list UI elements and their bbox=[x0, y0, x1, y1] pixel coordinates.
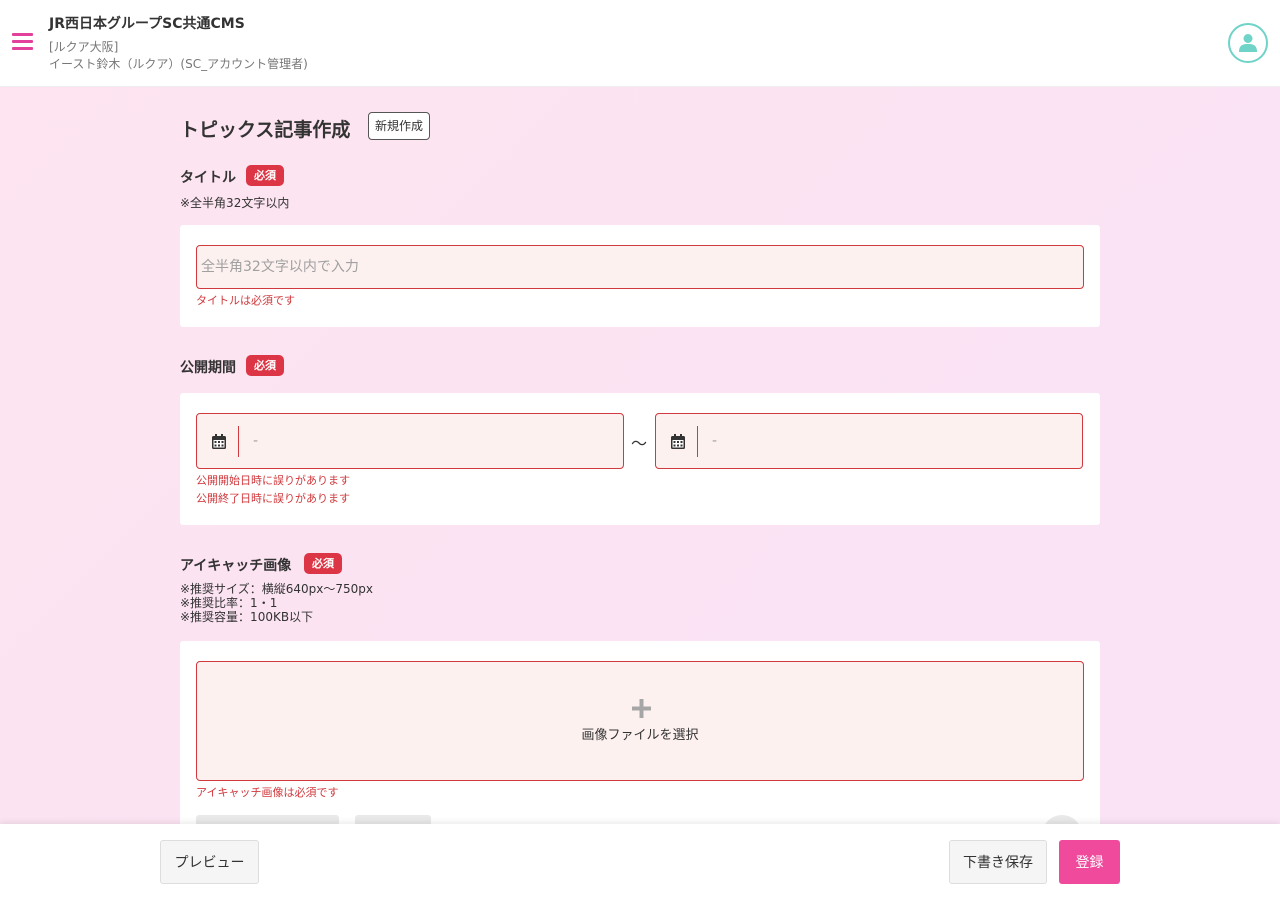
title-card: タイトルは必須です bbox=[180, 225, 1100, 327]
image-note-filesize: ※推奨容量：100KB以下 bbox=[180, 610, 314, 624]
mode-badge: 新規作成 bbox=[368, 112, 431, 140]
required-badge: 必須 bbox=[304, 553, 342, 574]
upload-label: 画像ファイルを選択 bbox=[581, 728, 699, 743]
image-error: アイキャッチ画像は必須です bbox=[196, 786, 339, 799]
user-avatar-button[interactable] bbox=[1228, 23, 1268, 63]
user-icon bbox=[1239, 34, 1257, 52]
required-badge: 必須 bbox=[246, 355, 284, 376]
app-header: JR西日本グループSC共通CMS [ルクア大阪] イースト鈴木（ルクア）(SC_… bbox=[0, 0, 1280, 87]
end-date-placeholder: - bbox=[712, 433, 718, 449]
period-label: 公開期間 bbox=[180, 360, 236, 376]
plus-icon bbox=[632, 699, 651, 718]
start-date-error: 公開開始日時に誤りがあります bbox=[196, 474, 350, 487]
title-field-wrapper bbox=[196, 245, 1084, 289]
site-name: [ルクア大阪] bbox=[49, 40, 119, 54]
start-date-field[interactable]: - bbox=[196, 413, 624, 469]
start-date-placeholder: - bbox=[253, 433, 259, 449]
hamburger-menu-icon[interactable] bbox=[12, 33, 33, 51]
period-separator: 〜 bbox=[631, 434, 648, 453]
preview-button[interactable]: プレビュー bbox=[160, 840, 259, 884]
image-note-size: ※推奨サイズ：横縦640px〜750px bbox=[180, 582, 373, 596]
title-input[interactable] bbox=[197, 246, 1083, 288]
title-error: タイトルは必須です bbox=[196, 294, 295, 307]
save-draft-button[interactable]: 下書き保存 bbox=[949, 840, 1047, 884]
required-badge: 必須 bbox=[246, 165, 284, 186]
title-label: タイトル bbox=[180, 170, 236, 186]
image-card: 画像ファイルを選択 アイキャッチ画像は必須です bbox=[180, 641, 1100, 841]
action-footer: プレビュー 下書き保存 登録 bbox=[0, 824, 1280, 900]
image-note-ratio: ※推奨比率：1・1 bbox=[180, 596, 278, 610]
title-note: ※全半角32文字以内 bbox=[180, 196, 290, 210]
submit-button[interactable]: 登録 bbox=[1059, 840, 1120, 884]
end-date-error: 公開終了日時に誤りがあります bbox=[196, 492, 350, 505]
app-title: JR西日本グループSC共通CMS bbox=[49, 16, 245, 32]
date-divider bbox=[238, 426, 239, 457]
page-title: トピックス記事作成 bbox=[180, 119, 351, 141]
image-upload-area[interactable]: 画像ファイルを選択 bbox=[196, 661, 1084, 781]
end-date-field[interactable]: - bbox=[655, 413, 1083, 469]
calendar-icon bbox=[212, 434, 226, 449]
user-name: イースト鈴木（ルクア）(SC_アカウント管理者) bbox=[49, 57, 308, 71]
image-label: アイキャッチ画像 bbox=[180, 558, 292, 574]
period-card: - 〜 - 公開開始日時に誤りがあります 公開終了日時に誤りがあります bbox=[180, 393, 1100, 525]
calendar-icon bbox=[671, 434, 685, 449]
date-divider bbox=[697, 426, 698, 457]
